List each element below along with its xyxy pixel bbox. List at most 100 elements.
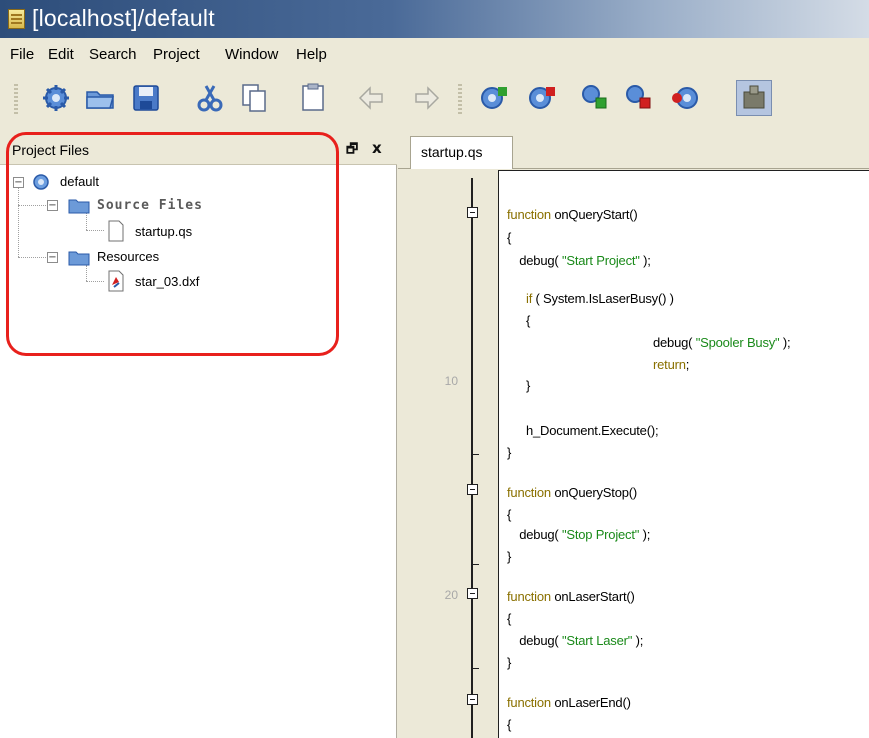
code-text: );: [779, 335, 791, 350]
code-text: );: [632, 633, 644, 648]
code-text: ( System.IsLaserBusy() ): [532, 291, 674, 306]
editor-gutter: 10 20: [398, 170, 498, 738]
copy-icon[interactable]: [238, 82, 270, 114]
paste-icon[interactable]: [298, 82, 330, 114]
code-text: ;: [685, 357, 690, 372]
fold-toggle[interactable]: [467, 694, 478, 705]
tree-item-startup-qs[interactable]: startup.qs: [135, 224, 192, 239]
close-panel-icon[interactable]: x: [372, 139, 382, 157]
tree-line: [86, 230, 104, 231]
toolbar: [0, 70, 869, 128]
keyword: function: [507, 207, 551, 222]
code-line: return;: [653, 357, 689, 372]
laser-device-icon[interactable]: [736, 80, 772, 116]
expander-root[interactable]: −: [13, 177, 24, 188]
tab-label: startup.qs: [421, 144, 483, 160]
tree-line: [86, 212, 87, 230]
menu-bar: File Edit Search Project Window Help: [0, 38, 869, 70]
tree-item-resources[interactable]: Resources: [97, 249, 159, 264]
panel-header: Project Files 🗗 x: [0, 132, 397, 165]
menu-window[interactable]: Window: [225, 46, 278, 63]
menu-edit[interactable]: Edit: [48, 46, 74, 63]
tree-line: [86, 281, 104, 282]
project-gear-icon: [33, 174, 49, 190]
open-folder-icon[interactable]: [84, 82, 116, 114]
code-text: debug(: [509, 527, 562, 542]
tree-line: [86, 265, 87, 281]
string-literal: "Spooler Busy": [695, 335, 780, 350]
code-line: function onLaserStart(): [507, 589, 635, 604]
menu-file[interactable]: File: [10, 46, 34, 63]
code-line: {: [507, 717, 512, 732]
menu-search[interactable]: Search: [89, 46, 137, 63]
panel-title: Project Files: [12, 142, 90, 158]
fold-toggle[interactable]: [467, 207, 478, 218]
stop-icon[interactable]: [526, 82, 558, 114]
code-line: function onQueryStop(): [507, 485, 637, 500]
debug-icon[interactable]: [670, 82, 702, 114]
code-line: {: [507, 230, 512, 245]
new-project-icon[interactable]: [40, 82, 72, 114]
dxf-file-icon: [108, 270, 124, 292]
editor-tab-strip: startup.qs: [398, 132, 869, 169]
string-literal: "Start Laser": [561, 633, 633, 648]
code-text: onQueryStop(): [550, 485, 638, 500]
string-literal: "Stop Project": [561, 527, 640, 542]
code-line: }: [526, 378, 531, 393]
fold-end: [471, 454, 479, 455]
string-literal: "Start Project": [561, 253, 640, 268]
fold-line: [471, 178, 473, 738]
tree-line: [18, 187, 19, 257]
code-text: );: [639, 253, 651, 268]
tree-item-source-files[interactable]: Source Files: [97, 198, 203, 213]
line-number: 10: [444, 374, 458, 388]
code-line: debug( "Stop Project" );: [509, 527, 650, 542]
code-line: }: [507, 655, 512, 670]
code-editor[interactable]: function onQueryStart() { debug( "Start …: [498, 170, 869, 738]
menu-help[interactable]: Help: [296, 46, 327, 63]
redo-icon[interactable]: [410, 82, 442, 114]
code-line: }: [507, 445, 512, 460]
laser-stop-icon[interactable]: [622, 82, 654, 114]
folder-icon: [68, 251, 90, 266]
run-icon[interactable]: [478, 82, 510, 114]
code-text: onQueryStart(): [550, 207, 638, 222]
undo-icon[interactable]: [356, 82, 388, 114]
window-title: [localhost]/default: [32, 5, 215, 31]
cut-icon[interactable]: [194, 82, 226, 114]
save-icon[interactable]: [130, 82, 162, 114]
laser-start-icon[interactable]: [578, 82, 610, 114]
code-line: {: [526, 313, 531, 328]
code-text: debug(: [653, 335, 696, 350]
tree-item-default[interactable]: default: [60, 174, 99, 189]
expander-source-files[interactable]: −: [47, 200, 58, 211]
toolbar-grip[interactable]: [14, 84, 18, 114]
project-files-panel: Project Files 🗗 x − default − Source Fil…: [0, 132, 397, 738]
keyword: return: [653, 357, 686, 372]
toolbar-grip-2[interactable]: [458, 84, 462, 114]
code-line: function onLaserEnd(): [507, 695, 631, 710]
tree-item-star-03-dxf[interactable]: star_03.dxf: [135, 274, 199, 289]
folder-icon: [68, 199, 90, 214]
expander-resources[interactable]: −: [47, 252, 58, 263]
code-text: debug(: [509, 253, 562, 268]
fold-toggle[interactable]: [467, 484, 478, 495]
ide-window: [localhost]/default File Edit Search Pro…: [0, 0, 869, 738]
code-text: onLaserEnd(): [550, 695, 631, 710]
fold-toggle[interactable]: [467, 588, 478, 599]
keyword: function: [507, 589, 551, 604]
fold-end: [471, 668, 479, 669]
code-line: {: [507, 611, 512, 626]
code-text: );: [639, 527, 651, 542]
fold-end: [471, 564, 479, 565]
keyword: function: [507, 485, 551, 500]
title-bar: [localhost]/default: [0, 0, 869, 38]
code-line: debug( "Start Laser" );: [509, 633, 643, 648]
menu-project[interactable]: Project: [153, 46, 200, 63]
code-line: debug( "Start Project" );: [509, 253, 651, 268]
tab-startup-qs[interactable]: startup.qs: [410, 136, 513, 169]
code-line: if ( System.IsLaserBusy() ): [526, 291, 674, 306]
app-icon: [8, 9, 25, 29]
code-line: {: [507, 507, 512, 522]
float-panel-icon[interactable]: 🗗: [346, 140, 358, 162]
